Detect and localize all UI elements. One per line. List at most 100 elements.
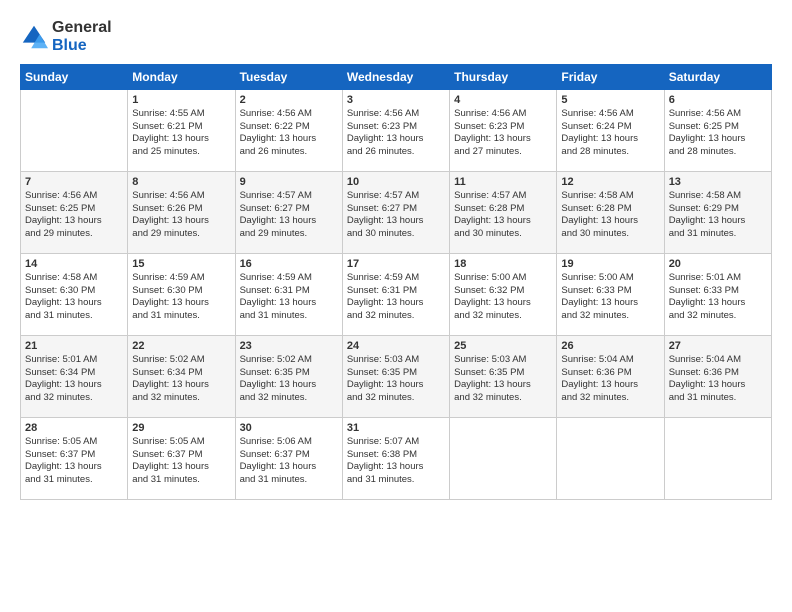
day-info: Sunrise: 4:55 AM Sunset: 6:21 PM Dayligh… <box>132 108 230 159</box>
calendar-cell: 23 Sunrise: 5:02 AM Sunset: 6:35 PM Dayli… <box>235 335 342 417</box>
calendar-cell <box>450 417 557 499</box>
day-number: 23 <box>240 340 338 352</box>
day-info: Sunrise: 5:03 AM Sunset: 6:35 PM Dayligh… <box>454 354 552 405</box>
day-number: 11 <box>454 176 552 188</box>
day-number: 8 <box>132 176 230 188</box>
calendar-cell: 3 Sunrise: 4:56 AM Sunset: 6:23 PM Daylig… <box>342 89 449 171</box>
day-info: Sunrise: 4:56 AM Sunset: 6:25 PM Dayligh… <box>25 190 123 241</box>
day-info: Sunrise: 5:04 AM Sunset: 6:36 PM Dayligh… <box>669 354 767 405</box>
calendar-cell: 29 Sunrise: 5:05 AM Sunset: 6:37 PM Dayli… <box>128 417 235 499</box>
day-info: Sunrise: 4:56 AM Sunset: 6:23 PM Dayligh… <box>347 108 445 159</box>
day-info: Sunrise: 4:56 AM Sunset: 6:25 PM Dayligh… <box>669 108 767 159</box>
day-number: 2 <box>240 94 338 106</box>
day-info: Sunrise: 5:00 AM Sunset: 6:32 PM Dayligh… <box>454 272 552 323</box>
calendar-cell: 11Sunrise: 4:57 AM Sunset: 6:28 PM Dayli… <box>450 171 557 253</box>
calendar-cell: 27 Sunrise: 5:04 AM Sunset: 6:36 PM Dayli… <box>664 335 771 417</box>
calendar-cell: 12Sunrise: 4:58 AM Sunset: 6:28 PM Dayli… <box>557 171 664 253</box>
day-info: Sunrise: 4:57 AM Sunset: 6:27 PM Dayligh… <box>347 190 445 241</box>
logo-icon <box>20 23 48 51</box>
day-number: 26 <box>561 340 659 352</box>
calendar-cell: 25 Sunrise: 5:03 AM Sunset: 6:35 PM Dayli… <box>450 335 557 417</box>
calendar-cell: 31 Sunrise: 5:07 AM Sunset: 6:38 PM Dayli… <box>342 417 449 499</box>
calendar-cell: 2 Sunrise: 4:56 AM Sunset: 6:22 PM Daylig… <box>235 89 342 171</box>
day-info: Sunrise: 5:02 AM Sunset: 6:35 PM Dayligh… <box>240 354 338 405</box>
logo: General Blue <box>20 19 112 56</box>
calendar-cell: 20 Sunrise: 5:01 AM Sunset: 6:33 PM Dayli… <box>664 253 771 335</box>
calendar-cell <box>557 417 664 499</box>
day-number: 20 <box>669 258 767 270</box>
calendar-cell: 26 Sunrise: 5:04 AM Sunset: 6:36 PM Dayli… <box>557 335 664 417</box>
day-info: Sunrise: 5:06 AM Sunset: 6:37 PM Dayligh… <box>240 436 338 487</box>
header: General Blue <box>20 15 772 56</box>
calendar-cell: 16Sunrise: 4:59 AM Sunset: 6:31 PM Dayli… <box>235 253 342 335</box>
day-number: 22 <box>132 340 230 352</box>
week-row-5: 28 Sunrise: 5:05 AM Sunset: 6:37 PM Dayli… <box>21 417 772 499</box>
day-number: 5 <box>561 94 659 106</box>
day-number: 31 <box>347 422 445 434</box>
day-info: Sunrise: 4:58 AM Sunset: 6:29 PM Dayligh… <box>669 190 767 241</box>
day-info: Sunrise: 4:59 AM Sunset: 6:31 PM Dayligh… <box>240 272 338 323</box>
day-number: 13 <box>669 176 767 188</box>
calendar-cell: 8 Sunrise: 4:56 AM Sunset: 6:26 PM Daylig… <box>128 171 235 253</box>
day-number: 27 <box>669 340 767 352</box>
col-header-friday: Friday <box>557 64 664 89</box>
day-info: Sunrise: 4:58 AM Sunset: 6:30 PM Dayligh… <box>25 272 123 323</box>
day-number: 1 <box>132 94 230 106</box>
calendar-cell: 10 Sunrise: 4:57 AM Sunset: 6:27 PM Dayli… <box>342 171 449 253</box>
week-row-4: 21Sunrise: 5:01 AM Sunset: 6:34 PM Dayli… <box>21 335 772 417</box>
calendar-cell: 9 Sunrise: 4:57 AM Sunset: 6:27 PM Daylig… <box>235 171 342 253</box>
day-info: Sunrise: 5:00 AM Sunset: 6:33 PM Dayligh… <box>561 272 659 323</box>
day-info: Sunrise: 5:03 AM Sunset: 6:35 PM Dayligh… <box>347 354 445 405</box>
calendar-cell: 18 Sunrise: 5:00 AM Sunset: 6:32 PM Dayli… <box>450 253 557 335</box>
day-info: Sunrise: 4:56 AM Sunset: 6:26 PM Dayligh… <box>132 190 230 241</box>
calendar-cell: 28Sunrise: 5:05 AM Sunset: 6:37 PM Dayli… <box>21 417 128 499</box>
day-info: Sunrise: 5:05 AM Sunset: 6:37 PM Dayligh… <box>132 436 230 487</box>
calendar-cell: 13 Sunrise: 4:58 AM Sunset: 6:29 PM Dayli… <box>664 171 771 253</box>
day-number: 30 <box>240 422 338 434</box>
day-number: 10 <box>347 176 445 188</box>
day-number: 28 <box>25 422 123 434</box>
calendar-cell: 14 Sunrise: 4:58 AM Sunset: 6:30 PM Dayli… <box>21 253 128 335</box>
day-info: Sunrise: 5:01 AM Sunset: 6:33 PM Dayligh… <box>669 272 767 323</box>
day-number: 6 <box>669 94 767 106</box>
calendar-cell: 7 Sunrise: 4:56 AM Sunset: 6:25 PM Daylig… <box>21 171 128 253</box>
calendar-cell: 1 Sunrise: 4:55 AM Sunset: 6:21 PM Daylig… <box>128 89 235 171</box>
day-number: 4 <box>454 94 552 106</box>
day-info: Sunrise: 4:57 AM Sunset: 6:27 PM Dayligh… <box>240 190 338 241</box>
day-info: Sunrise: 5:02 AM Sunset: 6:34 PM Dayligh… <box>132 354 230 405</box>
day-info: Sunrise: 4:56 AM Sunset: 6:22 PM Dayligh… <box>240 108 338 159</box>
calendar-cell: 4Sunrise: 4:56 AM Sunset: 6:23 PM Daylig… <box>450 89 557 171</box>
day-number: 17 <box>347 258 445 270</box>
day-number: 3 <box>347 94 445 106</box>
day-number: 25 <box>454 340 552 352</box>
day-number: 18 <box>454 258 552 270</box>
logo-text: General Blue <box>52 19 112 56</box>
day-info: Sunrise: 5:07 AM Sunset: 6:38 PM Dayligh… <box>347 436 445 487</box>
day-info: Sunrise: 4:59 AM Sunset: 6:31 PM Dayligh… <box>347 272 445 323</box>
calendar-cell: 24Sunrise: 5:03 AM Sunset: 6:35 PM Dayli… <box>342 335 449 417</box>
week-row-2: 7 Sunrise: 4:56 AM Sunset: 6:25 PM Daylig… <box>21 171 772 253</box>
day-number: 15 <box>132 258 230 270</box>
calendar-cell: 15 Sunrise: 4:59 AM Sunset: 6:30 PM Dayli… <box>128 253 235 335</box>
day-info: Sunrise: 4:59 AM Sunset: 6:30 PM Dayligh… <box>132 272 230 323</box>
col-header-wednesday: Wednesday <box>342 64 449 89</box>
calendar-cell: 30 Sunrise: 5:06 AM Sunset: 6:37 PM Dayli… <box>235 417 342 499</box>
col-header-tuesday: Tuesday <box>235 64 342 89</box>
calendar-cell <box>664 417 771 499</box>
day-number: 7 <box>25 176 123 188</box>
col-header-sunday: Sunday <box>21 64 128 89</box>
calendar-cell: 17 Sunrise: 4:59 AM Sunset: 6:31 PM Dayli… <box>342 253 449 335</box>
col-header-monday: Monday <box>128 64 235 89</box>
calendar-cell: 6 Sunrise: 4:56 AM Sunset: 6:25 PM Daylig… <box>664 89 771 171</box>
calendar-cell <box>21 89 128 171</box>
page: General Blue SundayMondayTuesdayWednesda… <box>0 0 792 612</box>
day-number: 29 <box>132 422 230 434</box>
col-header-thursday: Thursday <box>450 64 557 89</box>
day-number: 9 <box>240 176 338 188</box>
day-info: Sunrise: 5:04 AM Sunset: 6:36 PM Dayligh… <box>561 354 659 405</box>
header-row: SundayMondayTuesdayWednesdayThursdayFrid… <box>21 64 772 89</box>
calendar-table: SundayMondayTuesdayWednesdayThursdayFrid… <box>20 64 772 500</box>
day-number: 12 <box>561 176 659 188</box>
week-row-1: 1 Sunrise: 4:55 AM Sunset: 6:21 PM Daylig… <box>21 89 772 171</box>
day-number: 14 <box>25 258 123 270</box>
